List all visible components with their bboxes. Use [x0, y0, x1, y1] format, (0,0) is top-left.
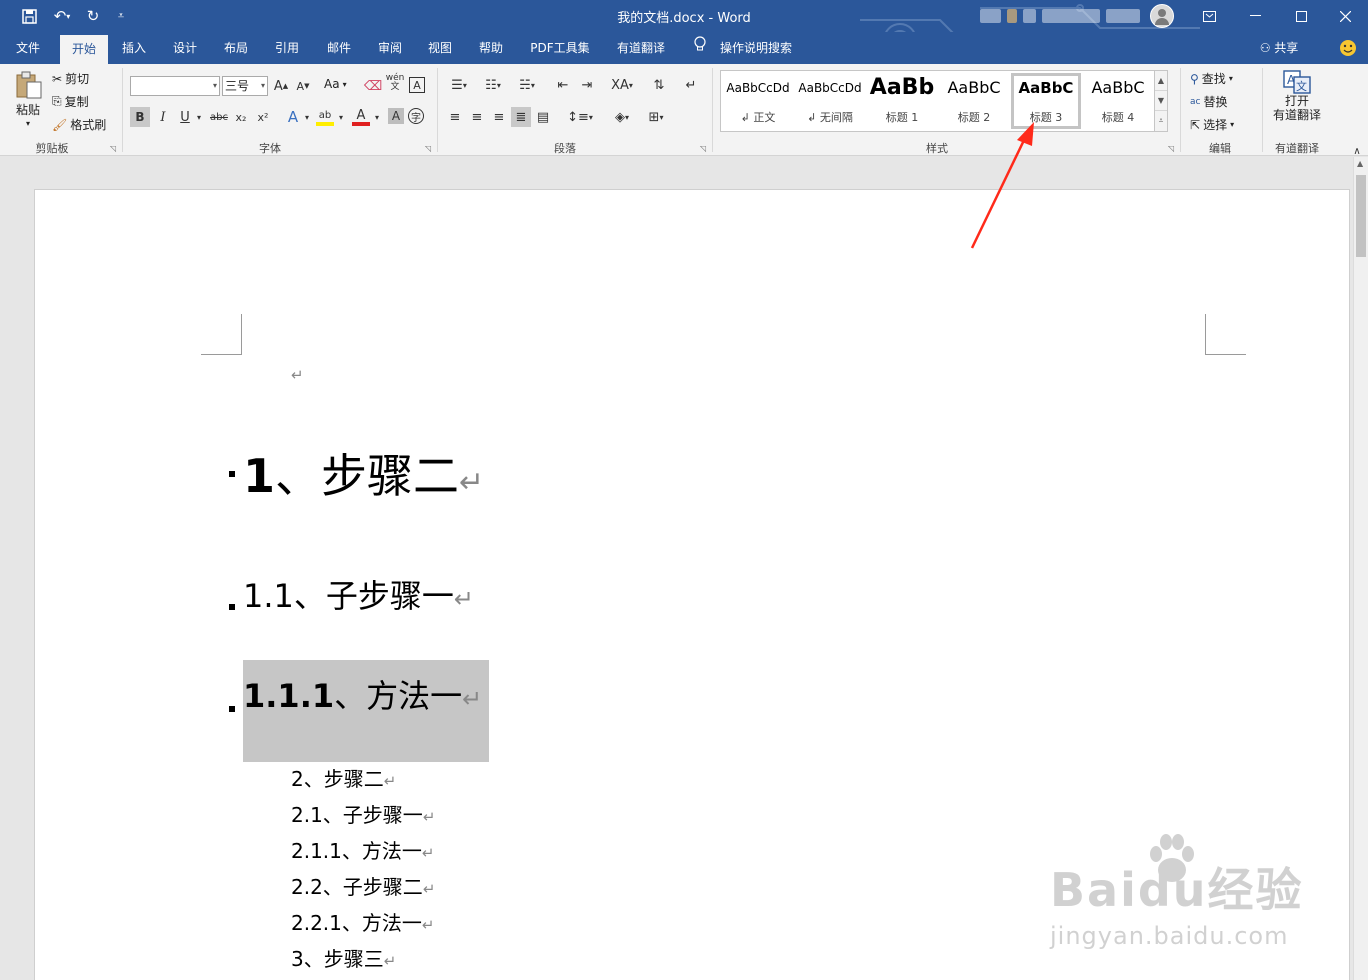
word-window: ↶ ▾ ↻ ⩡ 我的文档.docx - Word 文件 开始 插入 设计 布局 引…	[0, 0, 1368, 980]
annotation-arrow	[970, 122, 1034, 249]
